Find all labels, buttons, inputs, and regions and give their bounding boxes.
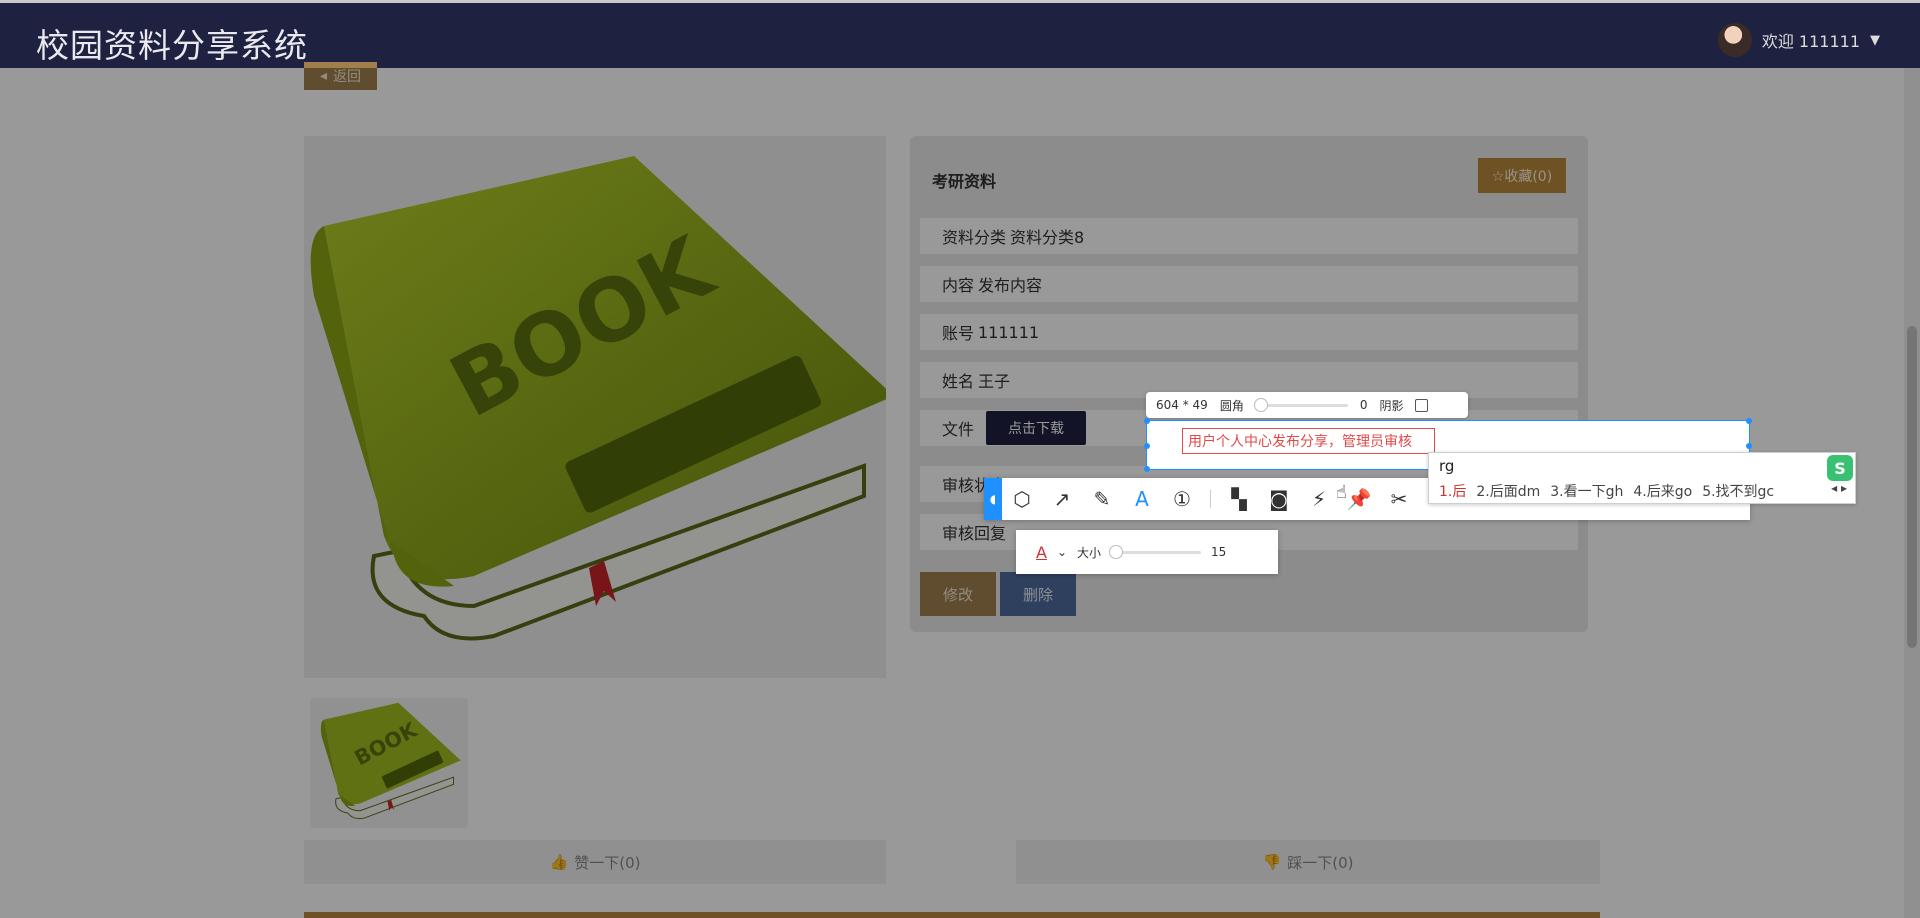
radius-slider[interactable] — [1253, 397, 1348, 412]
shadow-label: 阴影 — [1379, 398, 1404, 413]
font-size-value: 15 — [1211, 545, 1227, 559]
scrollbar-thumb[interactable] — [1907, 326, 1917, 648]
ime-page-arrows-icon[interactable]: ◂ ▸ — [1831, 481, 1847, 495]
info-row-category: 资料分类 资料分类8 — [920, 218, 1578, 254]
font-size-slider[interactable] — [1109, 544, 1202, 559]
back-button[interactable]: ◂ 返回 — [304, 62, 377, 90]
text-style-panel: A ⌄ 大小 15 — [1016, 530, 1278, 574]
scissors-tool-icon[interactable]: ✂ — [1379, 478, 1419, 520]
arrow-tool-icon[interactable]: ↗ — [1042, 478, 1082, 520]
info-label: 内容 — [942, 276, 975, 295]
resize-handle[interactable] — [1144, 418, 1150, 424]
info-label: 账号 — [942, 324, 975, 343]
info-label: 姓名 — [942, 372, 975, 391]
favorite-button[interactable]: ☆收藏(0) — [1478, 158, 1566, 193]
ime-composition: rg — [1439, 457, 1455, 475]
app-title: 校园资料分享系统 — [36, 26, 308, 65]
font-size-slider-knob[interactable] — [1109, 544, 1124, 559]
page-scrollbar[interactable] — [1904, 68, 1920, 918]
info-value: 111111 — [978, 322, 1040, 342]
user-menu[interactable]: 欢迎 111111 ▼ — [1717, 23, 1880, 57]
resource-title: 考研资料 — [932, 172, 997, 191]
info-value: 资料分类8 — [1010, 228, 1085, 247]
resize-handle[interactable] — [1746, 443, 1752, 449]
font-size-label: 大小 — [1077, 545, 1102, 560]
shadow-checkbox[interactable] — [1415, 398, 1429, 412]
number-tool-icon[interactable]: ① — [1162, 478, 1202, 520]
resource-image: BOOK — [304, 136, 886, 678]
like-button[interactable]: 👍 赞一下(0) — [304, 840, 886, 884]
ime-candidate[interactable]: 4.后来go — [1633, 481, 1692, 501]
ime-candidate[interactable]: 5.找不到gc — [1702, 481, 1774, 501]
resize-handle[interactable] — [1144, 466, 1150, 472]
pencil-tool-icon[interactable]: ✎ — [1082, 478, 1122, 520]
text-annotation-input[interactable]: 用户个人中心发布分享，管理员审核 — [1182, 428, 1435, 454]
hand-cursor-icon: ☝ — [1336, 482, 1347, 503]
sogou-ime-icon[interactable]: S — [1827, 455, 1853, 481]
info-value: 王子 — [978, 372, 1011, 391]
toolbar-drag-handle[interactable]: ◖ — [984, 478, 1002, 520]
avatar[interactable] — [1717, 23, 1752, 57]
download-button[interactable]: 点击下载 — [986, 411, 1086, 445]
dislike-button[interactable]: 👎 踩一下(0) — [1016, 840, 1600, 884]
info-label: 资料分类 — [942, 228, 1007, 247]
radius-slider-knob[interactable] — [1253, 397, 1268, 412]
welcome-text[interactable]: 欢迎 111111 — [1762, 28, 1860, 52]
chevron-left-icon: ◂ — [319, 68, 328, 84]
radius-value: 0 — [1359, 398, 1368, 412]
info-row-content: 内容 发布内容 — [920, 266, 1578, 302]
info-label: 文件 — [942, 420, 975, 439]
book-thumbnail-icon: BOOK — [320, 702, 461, 820]
blur-tool-icon[interactable]: ◙ — [1259, 478, 1299, 520]
ime-candidate-list: 1.后 2.后面dm 3.看一下gh 4.后来go 5.找不到gc — [1439, 481, 1774, 501]
ime-candidate[interactable]: 1.后 — [1439, 481, 1466, 501]
book-illustration: BOOK — [310, 156, 886, 641]
resize-handle[interactable] — [1144, 443, 1150, 449]
text-tool-icon[interactable]: A — [1122, 478, 1162, 520]
mosaic-tool-icon[interactable]: ▚ — [1219, 478, 1259, 520]
thumbs-up-icon: 👍 — [549, 853, 569, 871]
ime-candidate-window: rg S 1.后 2.后面dm 3.看一下gh 4.后来go 5.找不到gc ◂… — [1428, 452, 1856, 504]
footer-stripe — [304, 912, 1600, 918]
image-thumbnail[interactable]: BOOK — [310, 698, 468, 828]
info-row-account: 账号 111111 — [920, 314, 1578, 350]
font-color-picker[interactable]: A — [1036, 543, 1047, 562]
info-label: 审核回复 — [942, 524, 1007, 543]
chevron-down-icon[interactable]: ⌄ — [1057, 545, 1067, 559]
selection-size-readout: 604 * 49 — [1156, 398, 1208, 412]
shape-tool-icon[interactable]: ⬡ — [1002, 478, 1042, 520]
resize-handle[interactable] — [1746, 418, 1752, 424]
chevron-down-icon[interactable]: ▼ — [1870, 33, 1880, 48]
thumbs-down-icon: 👎 — [1262, 853, 1282, 871]
info-value: 发布内容 — [978, 276, 1043, 295]
delete-button[interactable]: 删除 — [1000, 572, 1076, 616]
toolbar-divider — [1210, 490, 1211, 508]
top-navbar: 校园资料分享系统 欢迎 111111 ▼ — [0, 0, 1920, 68]
edit-button[interactable]: 修改 — [920, 572, 996, 616]
radius-label: 圆角 — [1219, 398, 1244, 413]
ime-candidate[interactable]: 3.看一下gh — [1550, 481, 1623, 501]
magic-tool-icon[interactable]: ⚡ — [1299, 478, 1339, 520]
selection-info-bar: 604 * 49 圆角 0 阴影 — [1146, 392, 1468, 418]
ime-candidate[interactable]: 2.后面dm — [1476, 481, 1540, 501]
